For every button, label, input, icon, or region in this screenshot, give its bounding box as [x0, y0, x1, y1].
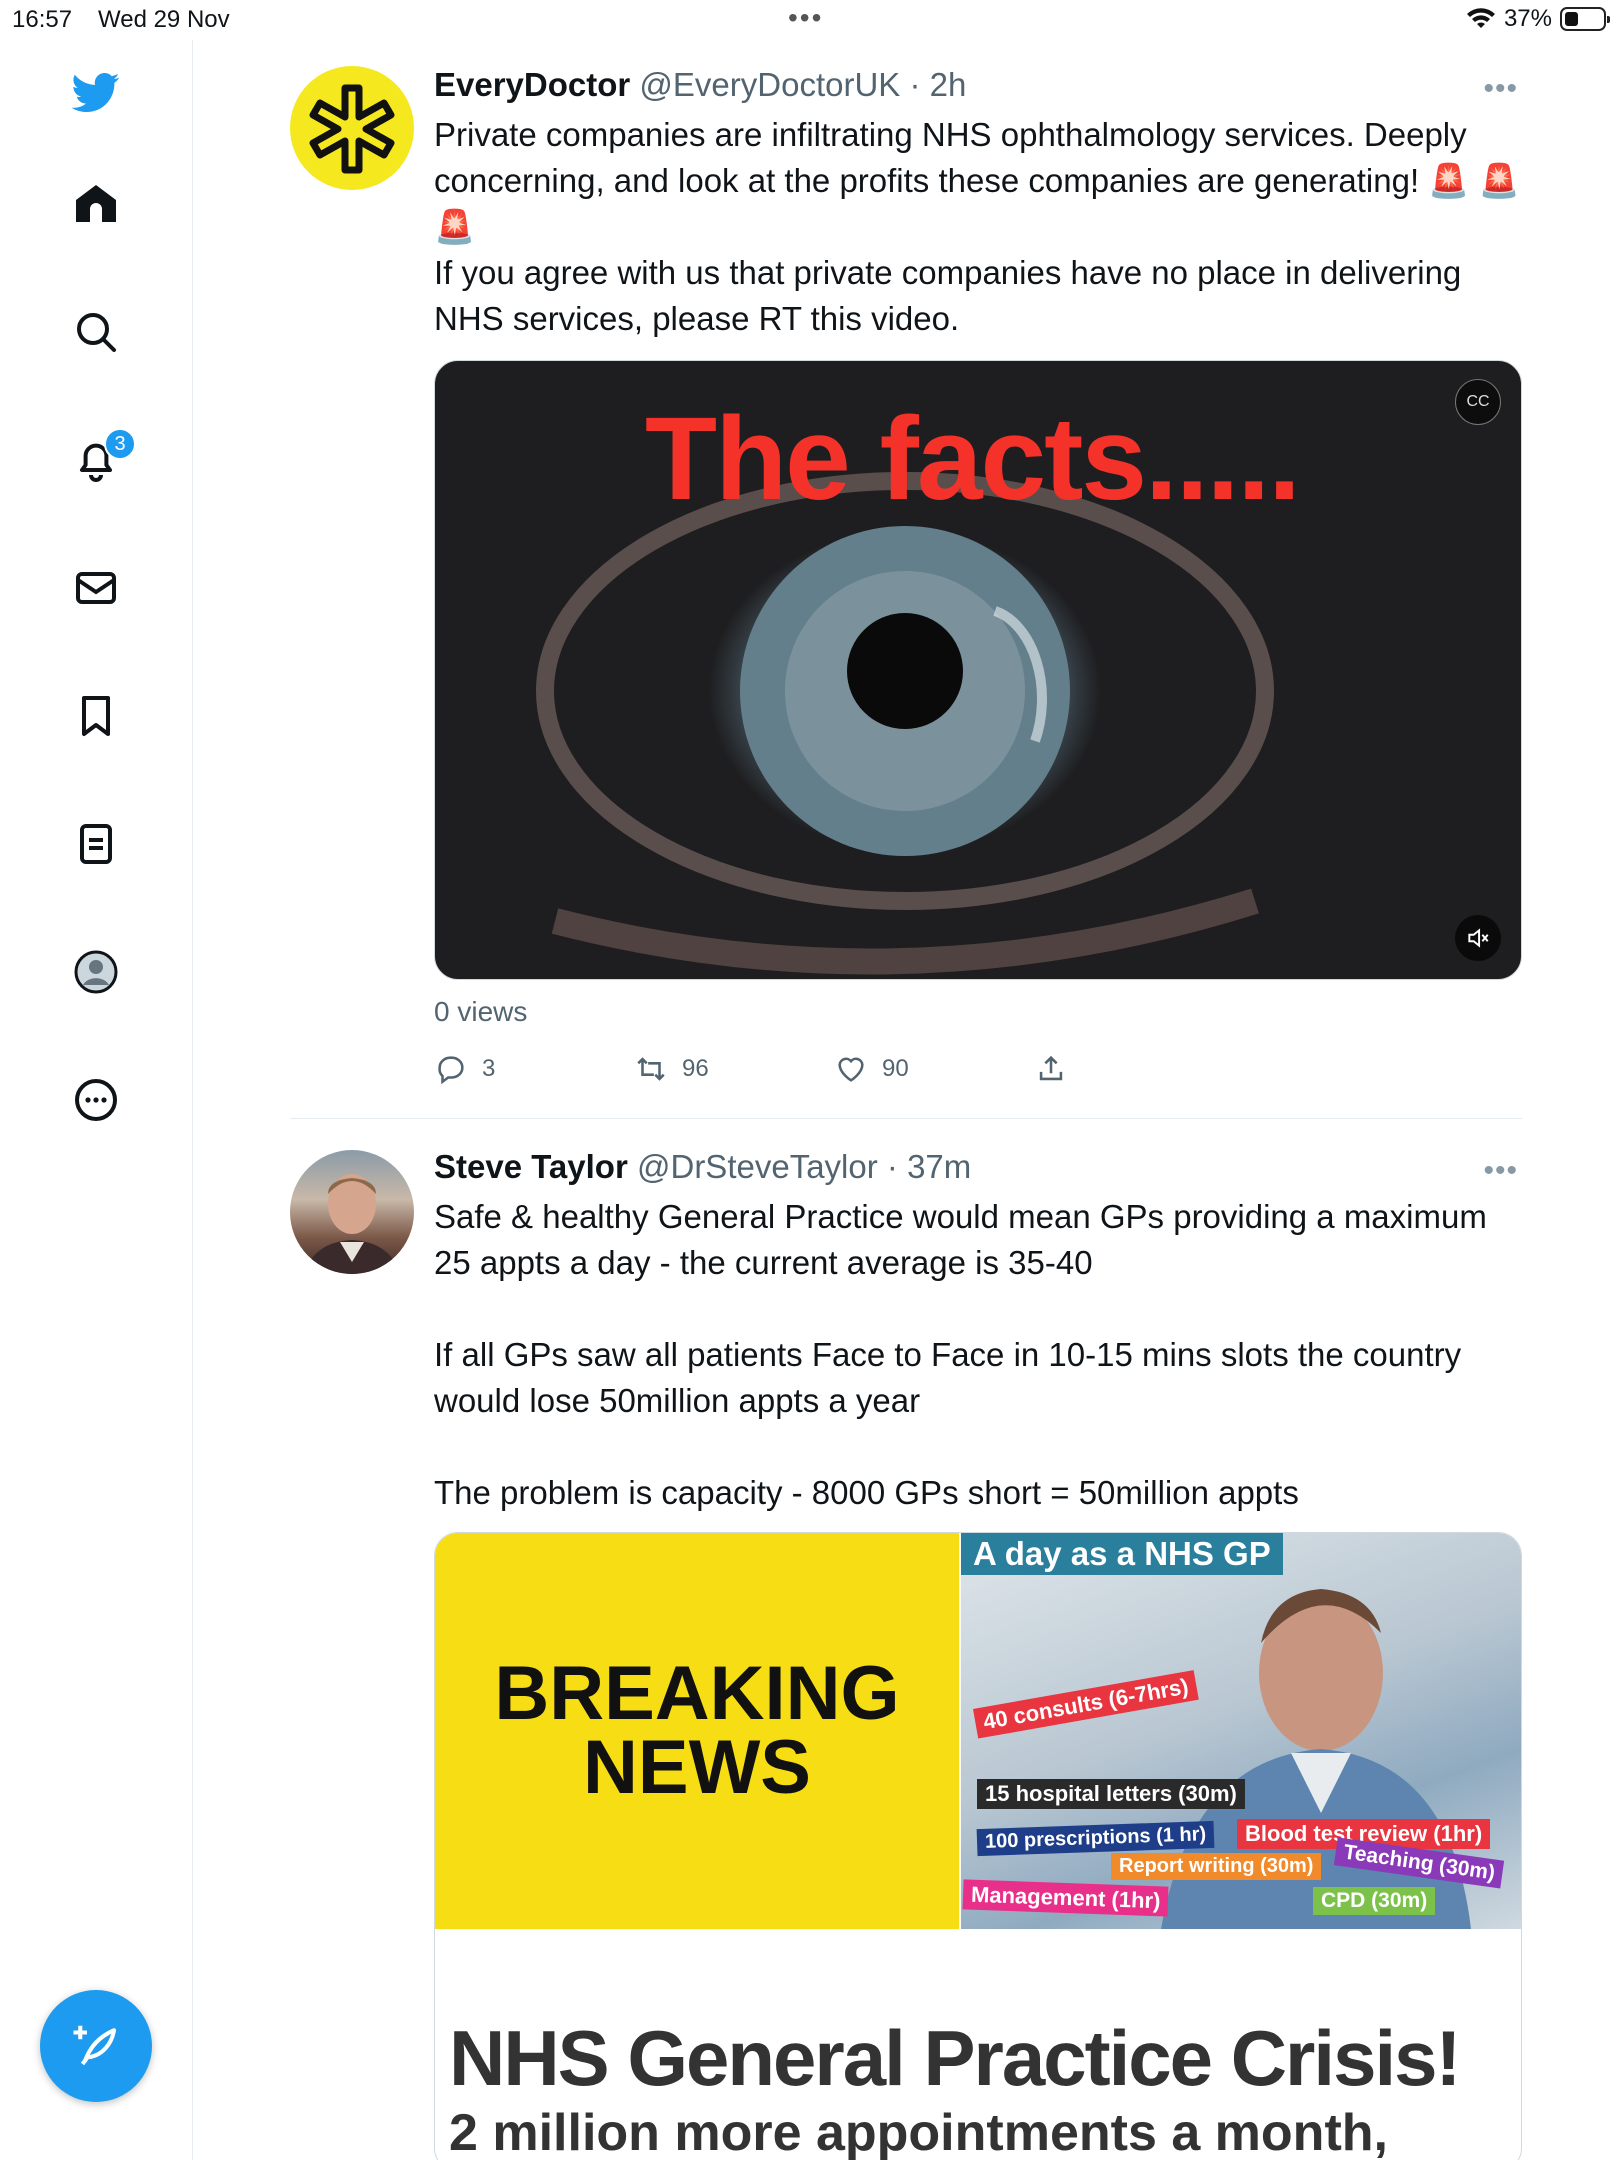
- tweet-more-icon[interactable]: •••: [1483, 1154, 1518, 1188]
- view-count: 0 views: [434, 996, 528, 1027]
- tweet-header: EveryDoctor @EveryDoctorUK · 2h: [434, 66, 1522, 110]
- breaking-news-panel: BREAKING NEWS: [435, 1533, 959, 1929]
- profile-avatar-icon[interactable]: [68, 944, 124, 1000]
- like-button[interactable]: 90: [834, 1052, 1034, 1086]
- avatar[interactable]: [290, 1150, 414, 1274]
- reply-icon: [438, 1056, 464, 1085]
- sidebar: 3: [0, 40, 193, 2160]
- reply-button[interactable]: 3: [434, 1052, 634, 1086]
- tweet-line: If all GPs saw all patients Face to Face…: [434, 1336, 1462, 1419]
- tweet-line: The problem is capacity - 8000 GPs short…: [434, 1474, 1299, 1511]
- compose-tweet-button[interactable]: [40, 1990, 152, 2102]
- tweet-timestamp[interactable]: 37m: [907, 1148, 971, 1185]
- status-right: 37%: [1466, 5, 1610, 33]
- battery-icon: [1560, 7, 1610, 31]
- image-subheadline: 2 million more appointments a month,: [449, 2104, 1388, 2160]
- image-headline: NHS General Practice Crisis!: [449, 2014, 1461, 2102]
- profile-photo-icon: [304, 1174, 400, 1274]
- twitter-logo-icon[interactable]: [68, 64, 124, 120]
- tweet-line: Safe & healthy General Practice would me…: [434, 1198, 1487, 1281]
- notifications-badge: 3: [104, 428, 136, 460]
- tweet-line: Private companies are infiltrating NHS o…: [434, 116, 1520, 245]
- status-time: 16:57: [12, 6, 73, 33]
- tag-report: Report writing (30m): [1111, 1853, 1322, 1880]
- author-name[interactable]: Steve Taylor: [434, 1148, 628, 1185]
- tweet[interactable]: EveryDoctor @EveryDoctorUK · 2h ••• Priv…: [290, 66, 1522, 1118]
- tweet-video[interactable]: The facts..... CC: [434, 360, 1522, 980]
- news-text: NEWS: [583, 1725, 811, 1810]
- author-handle[interactable]: @DrSteveTaylor: [637, 1148, 878, 1185]
- tweet-text: Safe & healthy General Practice would me…: [434, 1194, 1522, 1516]
- messages-envelope-icon[interactable]: [68, 560, 124, 616]
- battery-percent: 37%: [1503, 5, 1552, 32]
- multitasking-dots[interactable]: •••: [788, 2, 823, 34]
- wifi-icon: [1466, 8, 1495, 28]
- tweet-more-icon[interactable]: •••: [1483, 72, 1518, 106]
- retweet-icon: [637, 1057, 665, 1081]
- like-count: 90: [882, 1055, 909, 1082]
- separator-dot: ·: [909, 66, 921, 103]
- more-options-icon[interactable]: [68, 1072, 124, 1128]
- gp-title: A day as a NHS GP: [961, 1533, 1283, 1575]
- lists-icon[interactable]: [68, 816, 124, 872]
- tag-letters: 15 hospital letters (30m): [977, 1779, 1245, 1809]
- separator-dot: ·: [886, 1148, 898, 1185]
- reply-count: 3: [482, 1055, 496, 1082]
- tweet-text: Private companies are infiltrating NHS o…: [434, 112, 1522, 342]
- compose-feather-icon: [73, 2025, 117, 2066]
- tweet-timestamp[interactable]: 2h: [930, 66, 967, 103]
- tweet-body: EveryDoctor @EveryDoctorUK · 2h ••• Priv…: [434, 66, 1522, 1085]
- tag-cpd: CPD (30m): [1313, 1887, 1436, 1915]
- author-name[interactable]: EveryDoctor: [434, 66, 630, 103]
- mute-icon[interactable]: [1455, 915, 1501, 961]
- tweet-body: Steve Taylor @DrSteveTaylor · 37m ••• Sa…: [434, 1148, 1522, 2160]
- avatar[interactable]: [290, 66, 414, 190]
- author-handle[interactable]: @EveryDoctorUK: [639, 66, 900, 103]
- gp-photo-panel: A day as a NHS GP 40 consults (6-7hrs) 1…: [961, 1533, 1521, 1929]
- search-icon[interactable]: [68, 304, 124, 360]
- status-date: Wed 29 Nov: [98, 6, 230, 33]
- tweet-line: If you agree with us that private compan…: [434, 254, 1462, 337]
- tweet-line: [434, 1286, 1522, 1332]
- tweet-line: [434, 1424, 1522, 1470]
- retweet-button[interactable]: 96: [634, 1052, 834, 1086]
- share-icon: [1039, 1055, 1063, 1081]
- tweet[interactable]: Steve Taylor @DrSteveTaylor · 37m ••• Sa…: [290, 1148, 1522, 2160]
- retweet-count: 96: [682, 1055, 709, 1082]
- tweet-actions: 3 96 90: [434, 1052, 1134, 1086]
- heart-icon: [838, 1057, 864, 1082]
- share-button[interactable]: [1034, 1052, 1068, 1086]
- status-bar: 16:57 Wed 29 Nov ••• 37%: [0, 0, 1620, 40]
- tweet-divider: [290, 1118, 1522, 1119]
- everydoctor-logo-icon: [309, 84, 395, 174]
- video-overlay-text: The facts.....: [645, 393, 1301, 525]
- tweet-header: Steve Taylor @DrSteveTaylor · 37m: [434, 1148, 1522, 1192]
- captions-icon[interactable]: CC: [1455, 379, 1501, 425]
- breaking-text: BREAKING: [494, 1651, 900, 1736]
- tweet-image[interactable]: BREAKING NEWS A day as a NHS GP 40 consu…: [434, 1532, 1522, 2160]
- home-icon[interactable]: [68, 176, 124, 232]
- bookmarks-icon[interactable]: [68, 688, 124, 744]
